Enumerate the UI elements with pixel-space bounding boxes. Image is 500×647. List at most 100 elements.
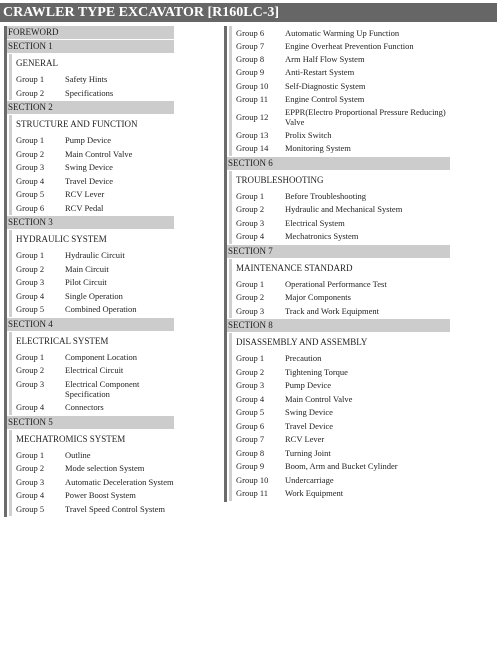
group-number: Group 3 xyxy=(236,217,265,228)
toc-group-link[interactable]: Group 5 Swing Device xyxy=(232,405,450,419)
section-4-title[interactable]: ELECTRICAL SYSTEM xyxy=(12,332,174,350)
toc-group-link[interactable]: Group 5 Travel Speed Control System xyxy=(12,502,174,516)
group-title: Automatic Deceleration System xyxy=(65,476,174,487)
group-number: Group 9 xyxy=(236,67,265,77)
group-title: Hydraulic Circuit xyxy=(65,250,125,260)
toc-group-link[interactable]: Group 11 Engine Control System xyxy=(232,92,450,106)
group-number: Group 2 xyxy=(236,204,265,214)
toc-group-link[interactable]: Group 3 Swing Device xyxy=(12,160,174,174)
group-title: Safety Hints xyxy=(65,74,108,84)
toc-group-link[interactable]: Group 4 Connectors xyxy=(12,400,174,414)
toc-group-link[interactable]: Group 1 Hydraulic Circuit xyxy=(12,248,174,262)
toc-group-link[interactable]: Group 7 Engine Overheat Prevention Functi… xyxy=(232,40,450,52)
toc-group-link[interactable]: Group 1 Outline xyxy=(12,448,174,462)
toc-group-link[interactable]: Group 1 Precaution xyxy=(232,351,450,365)
group-title: Travel Device xyxy=(65,175,114,186)
toc-group-link[interactable]: Group 10 Undercarriage xyxy=(232,473,450,487)
toc-group-link[interactable]: Group 3 Automatic Deceleration System xyxy=(12,475,174,489)
group-title: Component Location xyxy=(65,351,138,362)
toc-group-link[interactable]: Group 14 Monitoring System xyxy=(232,141,450,155)
group-number: Group 1 xyxy=(16,74,45,84)
toc-group-link[interactable]: Group 6 Automatic Warming Up Function xyxy=(232,26,450,40)
toc-group-link[interactable]: Group 3 Pilot Circuit xyxy=(12,275,174,289)
toc-group-link[interactable]: Group 12 EPPR(Electro Proportional Pressu… xyxy=(232,106,450,128)
toc-group-link[interactable]: Group 2 Electrical Circuit xyxy=(12,363,174,377)
group-title: Precaution xyxy=(285,353,322,363)
toc-group-link[interactable]: Group 6 Travel Device xyxy=(232,419,450,433)
toc-group-link[interactable]: Group 4 Main Control Valve xyxy=(232,392,450,406)
toc-group-link[interactable]: Group 11 Work Equipment xyxy=(232,486,450,500)
toc-group-link[interactable]: Group 2 Major Components xyxy=(232,290,450,304)
toc-group-link[interactable]: Group 2 Specifications xyxy=(12,86,174,100)
group-number: Group 4 xyxy=(16,175,45,186)
group-number: Group 7 xyxy=(236,434,265,444)
group-title: Pump Device xyxy=(65,135,112,145)
toc-group-link[interactable]: Group 3 Electrical System xyxy=(232,216,450,230)
section-8-block: DISASSEMBLY AND ASSEMBLY Group 1 Precautio… xyxy=(229,333,450,501)
toc-group-link[interactable]: Group 6 RCV Pedal xyxy=(12,201,174,215)
group-number: Group 3 xyxy=(16,162,45,172)
section-6-title[interactable]: TROUBLESHOOTING xyxy=(232,171,450,189)
group-title: Electrical System xyxy=(285,217,345,228)
section-6-header[interactable]: SECTION 6 xyxy=(227,156,450,170)
group-number: Group 2 xyxy=(16,263,45,274)
toc-group-link[interactable]: Group 3 Pump Device xyxy=(232,378,450,392)
toc-group-link[interactable]: Group 2 Tightening Torque xyxy=(232,365,450,379)
section-5-continued: Group 6 Automatic Warming Up Function Grou… xyxy=(229,26,450,156)
section-2-header[interactable]: SECTION 2 xyxy=(7,101,174,114)
group-number: Group 6 xyxy=(16,202,45,213)
section-8-header[interactable]: SECTION 8 xyxy=(227,319,450,332)
group-number: Group 7 xyxy=(236,40,265,51)
section-5-block: MECHATROMICS SYSTEM Group 1 Outline Group 2… xyxy=(9,429,174,516)
section-4-header[interactable]: SECTION 4 xyxy=(7,317,174,331)
toc-group-link[interactable]: Group 1 Operational Performance Test xyxy=(232,277,450,291)
toc-group-link[interactable]: Group 3 Track and Work Equipment xyxy=(232,304,450,318)
group-title: Monitoring System xyxy=(285,143,351,153)
toc-group-link[interactable]: Group 9 Anti-Restart System xyxy=(232,65,450,79)
toc-group-link[interactable]: Group 2 Main Circuit xyxy=(12,262,174,276)
section-3-header[interactable]: SECTION 3 xyxy=(7,216,174,229)
toc-group-link[interactable]: Group 4 Power Boost System xyxy=(12,488,174,502)
toc-group-link[interactable]: Group 4 Mechatronics System xyxy=(232,229,450,243)
section-7-title[interactable]: MAINTENANCE STANDARD xyxy=(232,259,450,277)
section-8-title[interactable]: DISASSEMBLY AND ASSEMBLY xyxy=(232,333,450,351)
section-1-title[interactable]: GENERAL xyxy=(12,54,174,72)
section-5-title[interactable]: MECHATROMICS SYSTEM xyxy=(12,430,174,448)
group-number: Group 4 xyxy=(16,290,45,301)
toc-group-link[interactable]: Group 8 Turning Joint xyxy=(232,446,450,460)
toc-group-link[interactable]: Group 5 Combined Operation xyxy=(12,302,174,316)
toc-group-link[interactable]: Group 2 Main Control Valve xyxy=(12,147,174,161)
group-number: Group 2 xyxy=(16,463,45,473)
section-5-header[interactable]: SECTION 5 xyxy=(7,415,174,429)
section-1-header[interactable]: SECTION 1 xyxy=(7,40,174,53)
toc-group-link[interactable]: Group 9 Boom, Arm and Bucket Cylinder xyxy=(232,459,450,473)
toc-group-link[interactable]: Group 4 Travel Device xyxy=(12,174,174,188)
group-title: Pump Device xyxy=(285,380,332,390)
toc-group-link[interactable]: Group 10 Self-Diagnostic System xyxy=(232,79,450,93)
toc-group-link[interactable]: Group 1 Pump Device xyxy=(12,133,174,147)
group-title: Undercarriage xyxy=(285,474,334,485)
foreword-link[interactable]: FOREWORD xyxy=(7,26,174,39)
group-title: Engine Overheat Prevention Function xyxy=(285,40,414,51)
group-number: Group 4 xyxy=(16,402,45,412)
toc-group-link[interactable]: Group 1 Component Location xyxy=(12,350,174,364)
group-title: Power Boost System xyxy=(65,490,136,500)
group-title: Tightening Torque xyxy=(285,366,348,377)
section-6-block: TROUBLESHOOTING Group 1 Before Troubleshoo… xyxy=(229,170,450,244)
group-title: RCV Lever xyxy=(65,189,105,199)
toc-group-link[interactable]: Group 5 RCV Lever xyxy=(12,187,174,201)
section-3-title[interactable]: HYDRAULIC SYSTEM xyxy=(12,230,174,248)
toc-group-link[interactable]: Group 1 Safety Hints xyxy=(12,72,174,86)
toc-group-link[interactable]: Group 7 RCV Lever xyxy=(232,432,450,446)
toc-group-link[interactable]: Group 1 Before Troubleshooting xyxy=(232,189,450,203)
section-2-title[interactable]: STRUCTURE AND FUNCTION xyxy=(12,115,174,133)
toc-group-link[interactable]: Group 13 Prolix Switch xyxy=(232,128,450,142)
right-sections: SECTION 6 TROUBLESHOOTING Group 1 Before Tr… xyxy=(227,156,450,501)
section-7-header[interactable]: SECTION 7 xyxy=(227,244,450,258)
toc-group-link[interactable]: Group 8 Arm Half Flow System xyxy=(232,52,450,66)
toc-group-link[interactable]: Group 4 Single Operation xyxy=(12,289,174,303)
toc-group-link[interactable]: Group 3 Electrical Component Specificatio… xyxy=(12,377,174,401)
group-title: Before Troubleshooting xyxy=(285,190,366,201)
toc-group-link[interactable]: Group 2 Mode selection System xyxy=(12,461,174,475)
toc-group-link[interactable]: Group 2 Hydraulic and Mechanical System xyxy=(232,202,450,216)
